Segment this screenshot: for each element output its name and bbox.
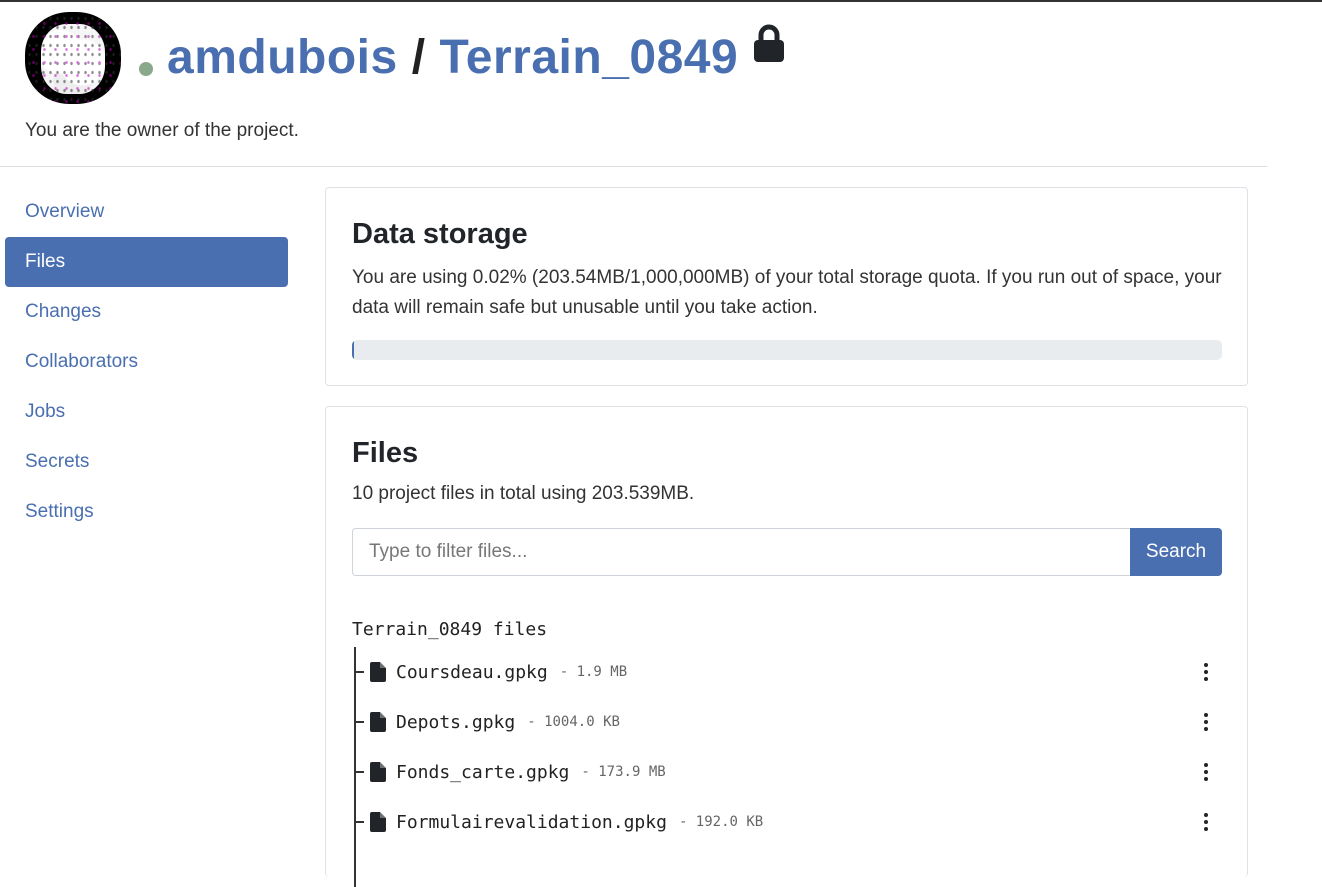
- file-row: Coursdeau.gpkg - 1.9 MB: [352, 647, 1222, 697]
- project-header: amdubois / Terrain_0849: [25, 10, 786, 105]
- storage-description: You are using 0.02% (203.54MB/1,000,000M…: [352, 267, 1222, 318]
- file-tree: Coursdeau.gpkg - 1.9 MB Depots.gpkg - 10…: [352, 647, 1222, 887]
- files-title: Files: [352, 437, 419, 469]
- file-name[interactable]: Coursdeau.gpkg: [396, 662, 548, 683]
- file-name[interactable]: Depots.gpkg: [396, 712, 515, 733]
- files-card: Files 10 project files in total using 20…: [325, 406, 1248, 887]
- storage-progress-fill: [352, 340, 354, 360]
- title-separator: /: [411, 31, 426, 84]
- owner-note: You are the owner of the project.: [25, 120, 299, 141]
- file-tree-root: Terrain_0849 files: [352, 619, 548, 640]
- file-size: - 192.0 KB: [678, 814, 764, 830]
- file-row: Fonds_carte.gpkg - 173.9 MB: [352, 747, 1222, 797]
- sidebar-item-files[interactable]: Files: [5, 237, 288, 287]
- data-storage-title: Data storage: [352, 218, 528, 250]
- more-options-icon[interactable]: [1200, 811, 1212, 833]
- file-row: Formulairevalidation.gpkg - 192.0 KB: [352, 797, 1222, 847]
- sidebar-item-secrets[interactable]: Secrets: [5, 437, 288, 487]
- storage-progress-bar: [352, 340, 1222, 360]
- file-icon: [370, 712, 386, 732]
- data-storage-card: Data storage You are using 0.02% (203.54…: [325, 187, 1248, 386]
- more-options-icon[interactable]: [1200, 761, 1212, 783]
- sidebar-item-settings[interactable]: Settings: [5, 487, 288, 537]
- sidebar-item-collaborators[interactable]: Collaborators: [5, 337, 288, 387]
- file-name[interactable]: Fonds_carte.gpkg: [396, 762, 569, 783]
- sidebar-item-overview[interactable]: Overview: [5, 187, 288, 237]
- file-icon: [370, 762, 386, 782]
- files-summary: 10 project files in total using 203.539M…: [352, 483, 695, 504]
- file-name[interactable]: Formulairevalidation.gpkg: [396, 812, 667, 833]
- more-options-icon[interactable]: [1200, 661, 1212, 683]
- lock-icon: [754, 24, 785, 62]
- file-size: - 1.9 MB: [559, 664, 628, 680]
- avatar[interactable]: [25, 11, 121, 104]
- file-icon: [370, 812, 386, 832]
- project-link[interactable]: Terrain_0849: [440, 31, 739, 84]
- file-icon: [370, 662, 386, 682]
- sidebar: Overview Files Changes Collaborators Job…: [5, 187, 288, 537]
- page-title: amdubois / Terrain_0849: [167, 30, 738, 85]
- file-filter: Search: [352, 528, 1222, 576]
- file-row: Depots.gpkg - 1004.0 KB: [352, 697, 1222, 747]
- owner-link[interactable]: amdubois: [167, 31, 398, 84]
- file-size: - 173.9 MB: [581, 764, 666, 780]
- search-button[interactable]: Search: [1130, 528, 1222, 576]
- filter-input[interactable]: [352, 528, 1130, 576]
- more-options-icon[interactable]: [1200, 711, 1212, 733]
- top-border: [0, 0, 1322, 2]
- online-status-dot: [139, 61, 153, 76]
- sidebar-item-jobs[interactable]: Jobs: [5, 387, 288, 437]
- file-size: - 1004.0 KB: [527, 714, 620, 730]
- header-divider: [0, 166, 1267, 167]
- sidebar-item-changes[interactable]: Changes: [5, 287, 288, 337]
